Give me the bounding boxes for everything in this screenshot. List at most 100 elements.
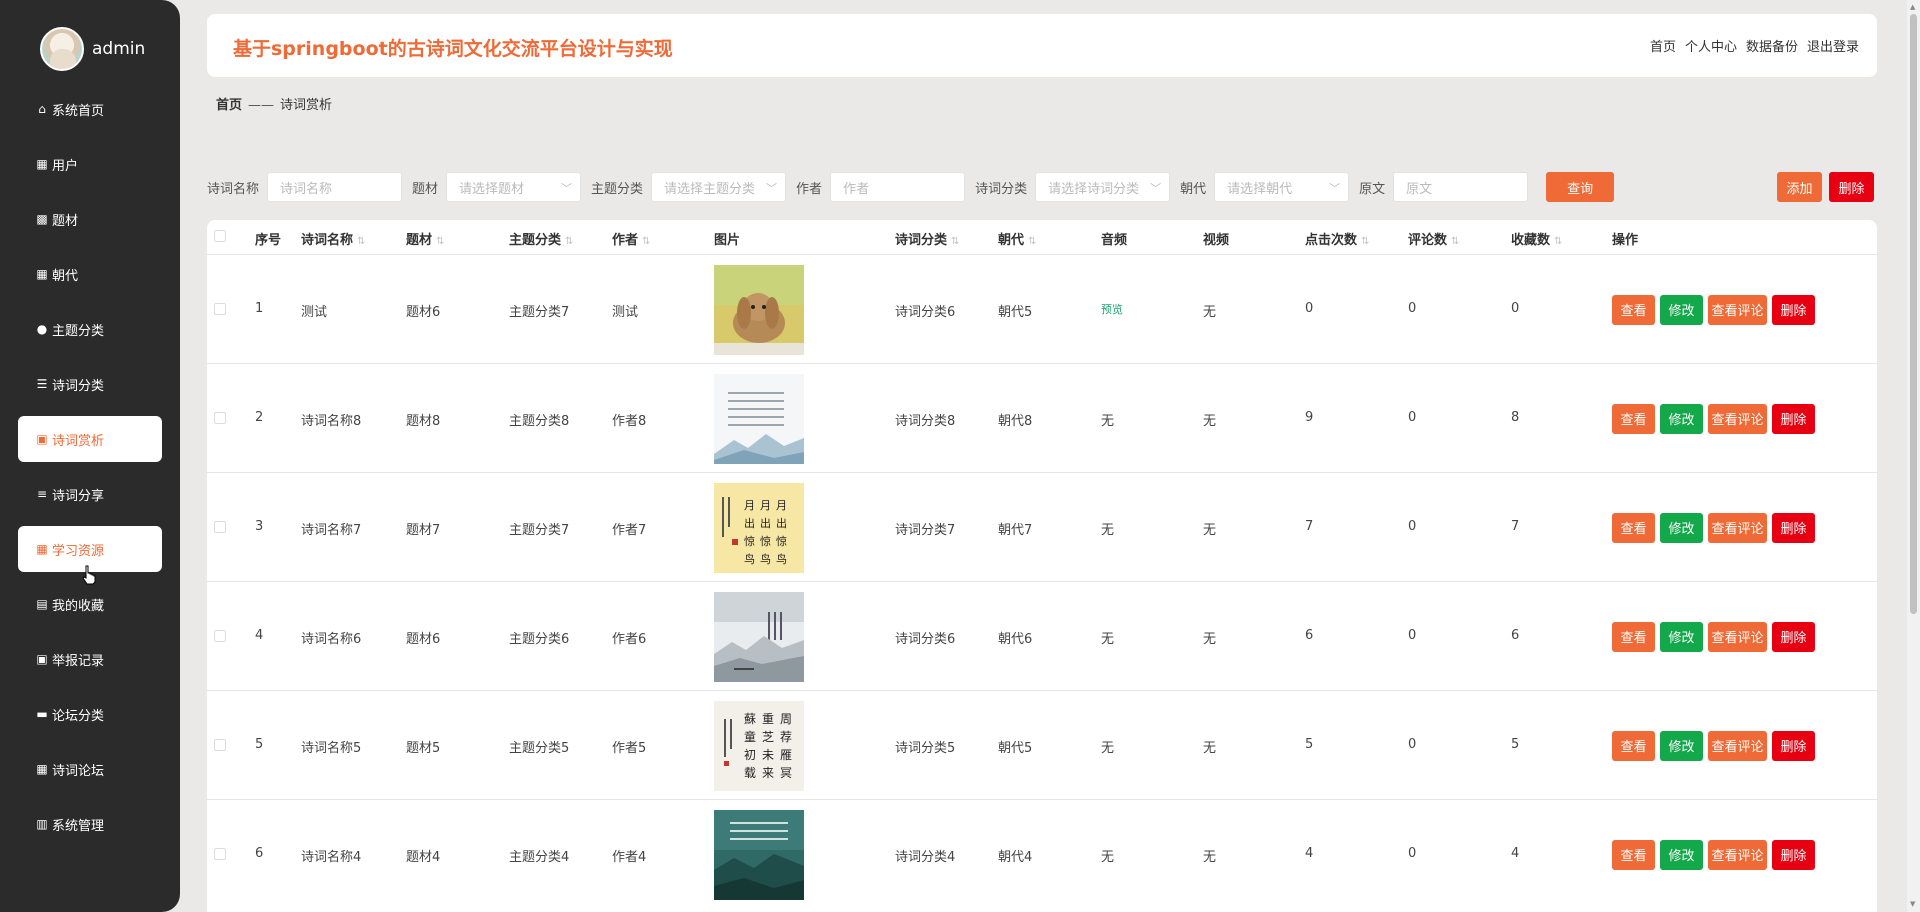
scroll-down-icon[interactable]: ▼ <box>1910 900 1915 908</box>
top-link[interactable]: 数据备份 <box>1746 36 1798 55</box>
sidebar-item[interactable]: ▩ 题材 <box>18 196 162 242</box>
top-link[interactable]: 首页 <box>1650 36 1676 55</box>
batch-delete-button[interactable]: 删除 <box>1829 172 1874 202</box>
sort-icon[interactable]: ⇅ <box>642 236 650 247</box>
clipboard-icon: ▣ <box>36 432 48 446</box>
edit-button[interactable]: 修改 <box>1660 730 1703 761</box>
sidebar-item[interactable]: ● 主题分类 <box>18 306 162 352</box>
sidebar-item[interactable]: ☰ 诗词分类 <box>18 361 162 407</box>
sidebar-item[interactable]: ▣ 诗词赏析 <box>18 416 162 462</box>
search-button[interactable]: 查询 <box>1546 172 1615 202</box>
row-checkbox[interactable] <box>214 411 226 424</box>
calligraphy-white-thumbnail[interactable]: 周荐雁冥 重芝未来 蘇童初载 <box>714 700 804 791</box>
column-header[interactable]: 题材 ⇅ <box>406 229 444 248</box>
top-link[interactable]: 个人中心 <box>1685 36 1737 55</box>
sidebar-item[interactable]: ▦ 朝代 <box>18 251 162 297</box>
cell-comments: 0 <box>1408 845 1417 861</box>
column-header[interactable]: 收藏数 ⇅ <box>1511 229 1562 248</box>
column-header[interactable]: 评论数 ⇅ <box>1408 229 1459 248</box>
edit-button[interactable]: 修改 <box>1660 839 1703 870</box>
sidebar-item[interactable]: ≡ 诗词分享 <box>18 471 162 517</box>
edit-button[interactable]: 修改 <box>1660 294 1703 325</box>
page-scrollbar[interactable]: ▲ ▼ <box>1907 0 1920 912</box>
row-checkbox[interactable] <box>214 520 226 533</box>
row-checkbox[interactable] <box>214 302 226 315</box>
delete-button[interactable]: 删除 <box>1772 730 1815 761</box>
column-header[interactable]: 朝代 ⇅ <box>998 229 1036 248</box>
top-link[interactable]: 退出登录 <box>1807 36 1859 55</box>
search-select[interactable]: 请选择主题分类 ﹀ <box>651 172 787 202</box>
row-checkbox[interactable] <box>214 738 226 751</box>
view-comments-button[interactable]: 查看评论 <box>1708 403 1767 434</box>
view-comments-button[interactable]: 查看评论 <box>1708 512 1767 543</box>
view-comments-button[interactable]: 查看评论 <box>1708 621 1767 652</box>
delete-button[interactable]: 删除 <box>1772 512 1815 543</box>
sidebar-item[interactable]: ▦ 用户 <box>18 141 162 187</box>
scroll-up-icon[interactable]: ▲ <box>1910 3 1915 11</box>
column-header[interactable]: 点击次数 ⇅ <box>1305 229 1369 248</box>
sidebar-item[interactable]: ⌂ 系统首页 <box>18 86 162 132</box>
search-input[interactable]: 诗词名称 <box>267 172 403 202</box>
landscape-poem-thumbnail[interactable] <box>714 373 804 464</box>
edit-button[interactable]: 修改 <box>1660 512 1703 543</box>
column-header[interactable]: 主题分类 ⇅ <box>509 229 573 248</box>
search-select[interactable]: 请选择诗词分类 ﹀ <box>1035 172 1171 202</box>
checkbox-icon[interactable] <box>214 411 226 424</box>
view-button[interactable]: 查看 <box>1612 839 1655 870</box>
delete-button[interactable]: 删除 <box>1772 621 1815 652</box>
sort-icon[interactable]: ⇅ <box>1028 236 1036 247</box>
ink-landscape-thumbnail[interactable] <box>714 591 804 682</box>
row-checkbox[interactable] <box>214 847 226 860</box>
cell-clicks: 6 <box>1305 627 1314 643</box>
view-comments-button[interactable]: 查看评论 <box>1708 839 1767 870</box>
sidebar-item[interactable]: ▥ 系统管理 <box>18 801 162 847</box>
checkbox-icon[interactable] <box>214 738 226 751</box>
teal-poster-thumbnail[interactable] <box>714 809 804 900</box>
view-button[interactable]: 查看 <box>1612 621 1655 652</box>
search-input[interactable]: 作者 <box>830 172 966 202</box>
column-header[interactable]: 诗词名称 ⇅ <box>301 229 365 248</box>
search-input[interactable]: 原文 <box>1393 172 1529 202</box>
add-button[interactable]: 添加 <box>1777 172 1822 202</box>
view-button[interactable]: 查看 <box>1612 403 1655 434</box>
view-comments-button[interactable]: 查看评论 <box>1708 294 1767 325</box>
view-button[interactable]: 查看 <box>1612 730 1655 761</box>
checkbox-icon[interactable] <box>214 629 226 642</box>
search-select[interactable]: 请选择朝代 ﹀ <box>1214 172 1350 202</box>
view-comments-button[interactable]: 查看评论 <box>1708 730 1767 761</box>
sidebar-item[interactable]: ▦ 诗词论坛 <box>18 746 162 792</box>
delete-button[interactable]: 删除 <box>1772 403 1815 434</box>
view-button[interactable]: 查看 <box>1612 512 1655 543</box>
checkbox-icon[interactable] <box>214 302 226 315</box>
column-header[interactable]: 诗词分类 ⇅ <box>895 229 959 248</box>
sort-icon[interactable]: ⇅ <box>357 236 365 247</box>
sort-icon[interactable]: ⇅ <box>436 236 444 247</box>
sidebar-item[interactable]: ▣ 举报记录 <box>18 636 162 682</box>
select-all-checkbox[interactable] <box>214 230 226 242</box>
sidebar-item[interactable]: ▬ 论坛分类 <box>18 691 162 737</box>
sort-icon[interactable]: ⇅ <box>1554 236 1562 247</box>
calligraphy-yellow-thumbnail[interactable]: 月出惊鸟 月出惊鸟 月出惊鸟 <box>714 482 804 573</box>
column-header[interactable]: 作者 ⇅ <box>612 229 650 248</box>
avatar[interactable] <box>40 27 84 71</box>
sort-icon[interactable]: ⇅ <box>1361 236 1369 247</box>
search-select[interactable]: 请选择题材 ﹀ <box>446 172 582 202</box>
row-checkbox[interactable] <box>214 629 226 642</box>
checkbox-icon[interactable] <box>214 520 226 533</box>
table-row: 2 诗词名称8 题材8 主题分类8 作者8 诗词分类8 朝代8 无 无 9 0 8 查看 修改 查看评论删… <box>207 363 1877 472</box>
edit-button[interactable]: 修改 <box>1660 621 1703 652</box>
sort-icon[interactable]: ⇅ <box>1451 236 1459 247</box>
sidebar-item[interactable]: ▤ 我的收藏 <box>18 581 162 627</box>
checkbox-icon[interactable] <box>214 230 226 242</box>
sort-icon[interactable]: ⇅ <box>565 236 573 247</box>
breadcrumb-home[interactable]: 首页 <box>216 98 242 113</box>
rabbit-photo-thumbnail[interactable] <box>714 264 804 355</box>
sort-icon[interactable]: ⇅ <box>951 236 959 247</box>
edit-button[interactable]: 修改 <box>1660 403 1703 434</box>
view-button[interactable]: 查看 <box>1612 294 1655 325</box>
delete-button[interactable]: 删除 <box>1772 294 1815 325</box>
audio-preview-link[interactable]: 预览 <box>1101 301 1123 317</box>
scrollbar-thumb[interactable] <box>1910 14 1917 614</box>
delete-button[interactable]: 删除 <box>1772 839 1815 870</box>
checkbox-icon[interactable] <box>214 847 226 860</box>
